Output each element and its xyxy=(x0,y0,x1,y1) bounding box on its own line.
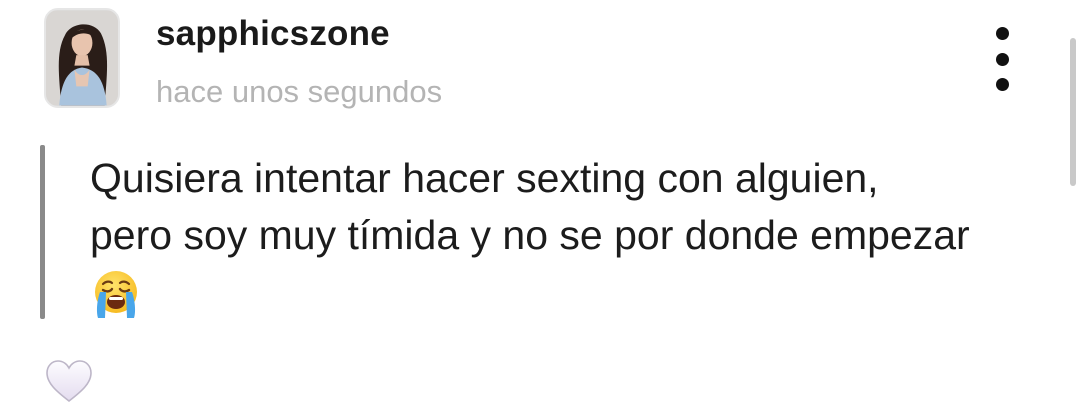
loudly-crying-face-icon xyxy=(95,271,137,318)
username[interactable]: sapphicszone xyxy=(156,14,390,54)
message-line: pero soy muy tímida y no se por donde em… xyxy=(90,212,970,258)
like-button[interactable] xyxy=(44,358,94,404)
vertical-ellipsis-icon xyxy=(995,27,1009,40)
post-message: Quisiera intentar hacer sexting con algu… xyxy=(90,150,1050,320)
vertical-ellipsis-icon xyxy=(995,52,1009,66)
heart-icon xyxy=(46,360,92,403)
profile-photo xyxy=(46,10,118,106)
timestamp: hace unos segundos xyxy=(156,74,443,109)
quote-bar xyxy=(40,145,45,319)
vertical-ellipsis-icon xyxy=(995,78,1009,91)
avatar[interactable] xyxy=(44,8,120,108)
message-line: Quisiera intentar hacer sexting con algu… xyxy=(90,155,879,201)
more-options-button[interactable] xyxy=(985,27,1019,91)
post-card: sapphicszone hace unos segundos Quisiera… xyxy=(0,0,1079,407)
scrollbar[interactable] xyxy=(1070,38,1076,186)
